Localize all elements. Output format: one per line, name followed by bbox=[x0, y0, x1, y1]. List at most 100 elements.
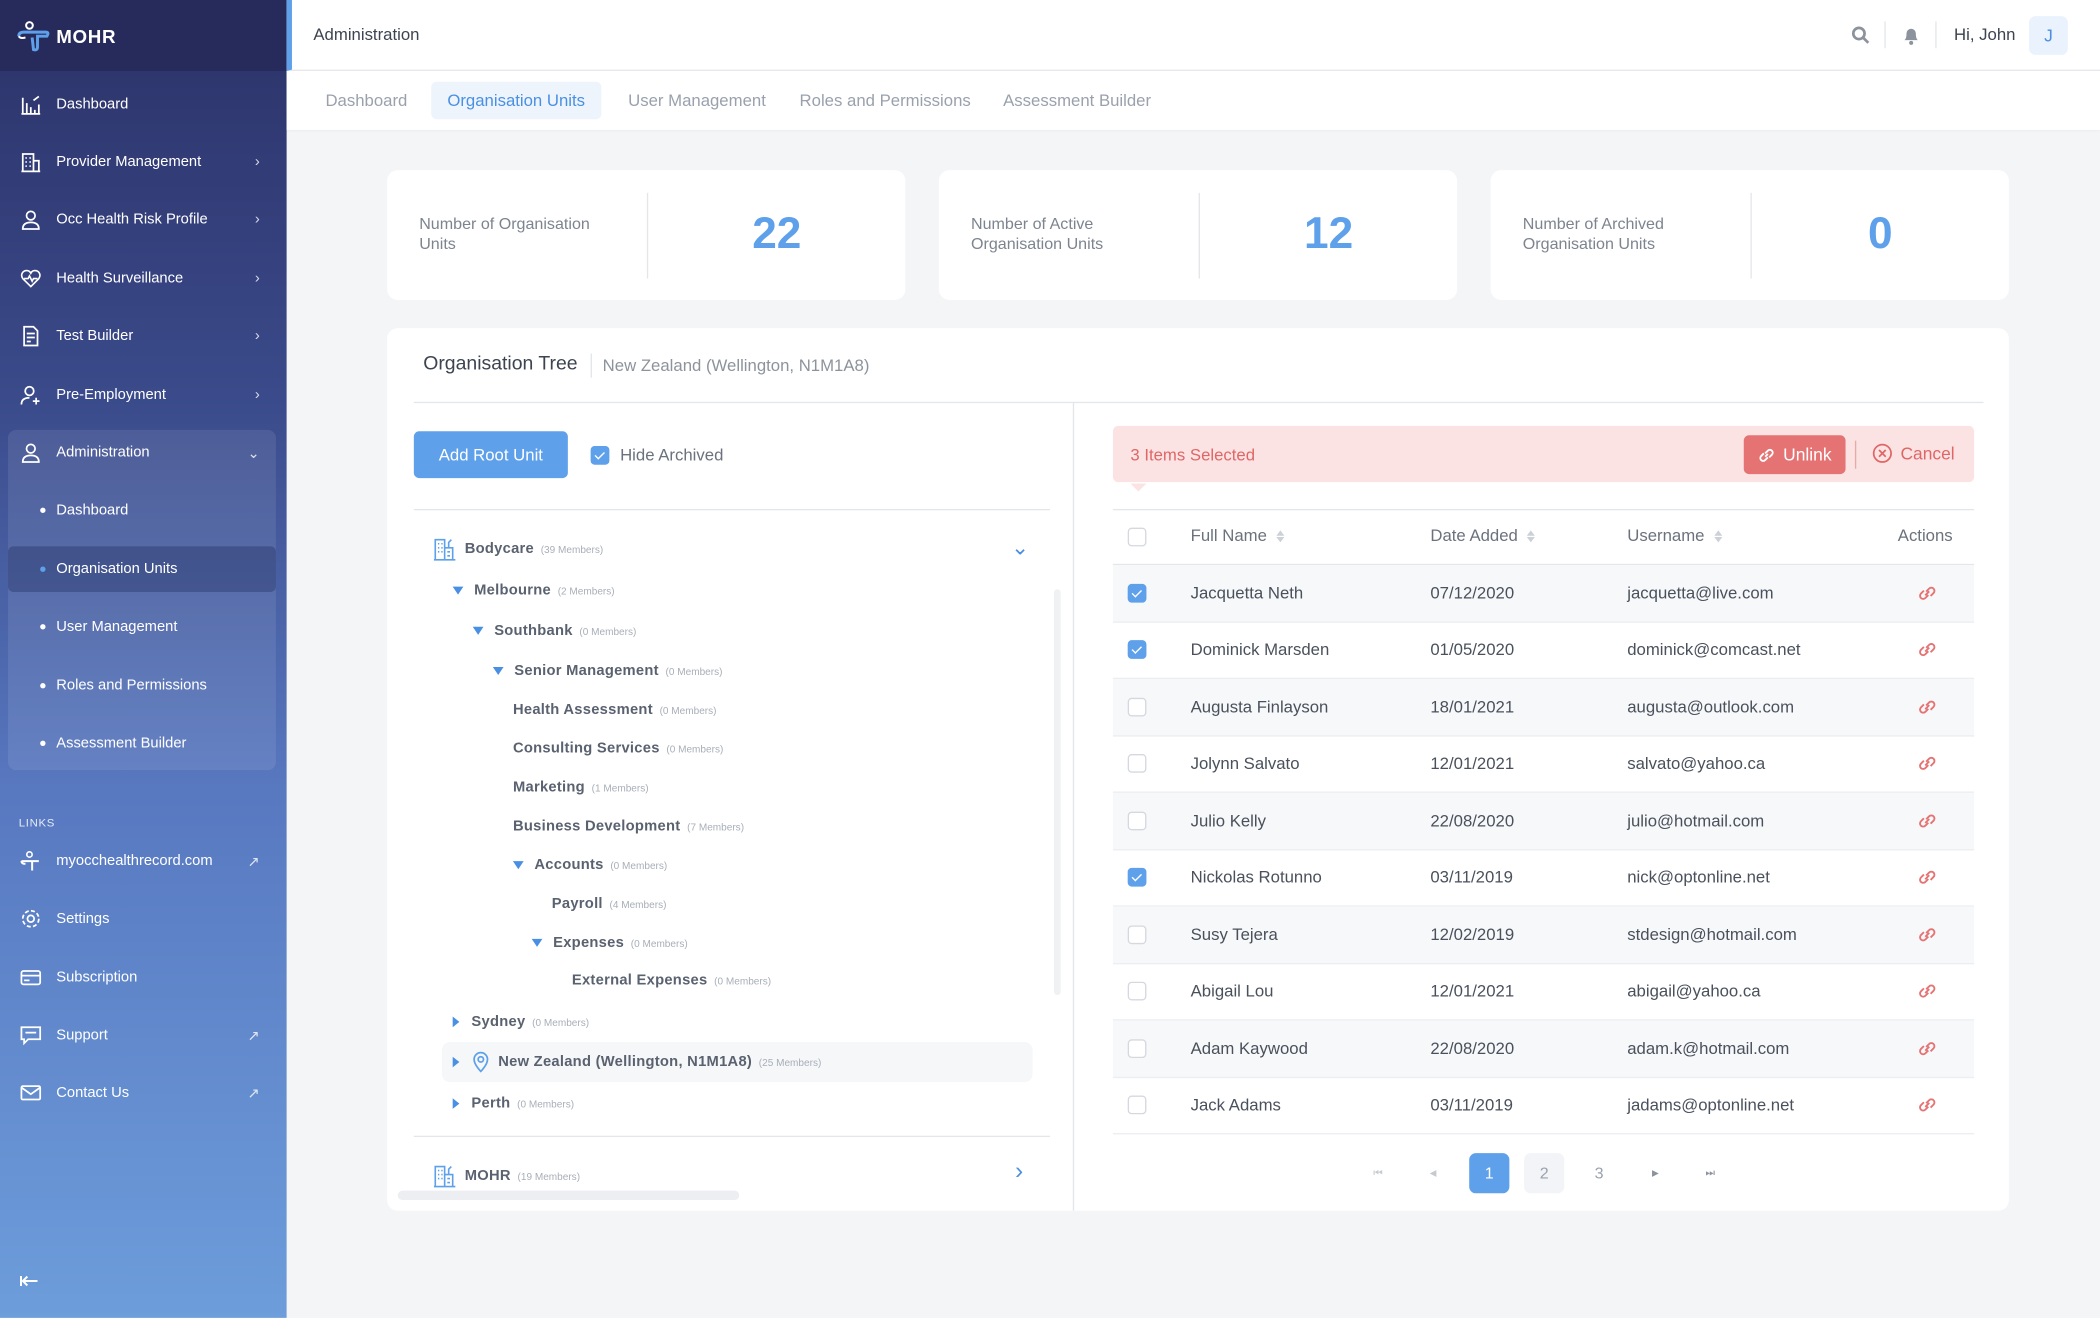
tab-organisation-units[interactable]: Organisation Units bbox=[431, 81, 602, 120]
sub-item-user-management[interactable]: User Management bbox=[8, 604, 276, 650]
bell-icon[interactable] bbox=[1902, 25, 1921, 45]
tree-vertical-scrollbar[interactable] bbox=[1054, 589, 1061, 996]
row-checkbox[interactable] bbox=[1127, 982, 1147, 1001]
avatar[interactable]: J bbox=[2029, 16, 2068, 55]
table-row[interactable]: Jolynn Salvato 12/01/2021 salvato@yahoo.ca bbox=[1112, 736, 1975, 793]
collapse-sidebar-icon[interactable]: ⇤ bbox=[19, 1267, 39, 1295]
unlink-button[interactable]: Unlink bbox=[1743, 435, 1846, 475]
search-icon[interactable] bbox=[1851, 25, 1870, 44]
tree-node[interactable]: Payroll (4 Members) bbox=[552, 891, 667, 918]
row-checkbox[interactable] bbox=[1127, 1038, 1147, 1058]
last-page-button[interactable]: ⏭ bbox=[1690, 1153, 1730, 1193]
tree-node[interactable]: New Zealand (Wellington, N1M1A8) (25 Memb… bbox=[452, 1049, 821, 1076]
logo[interactable]: MOHR bbox=[0, 0, 287, 71]
tree-node[interactable]: Marketing (1 Members) bbox=[513, 774, 649, 801]
previous-page-button[interactable]: ◂ bbox=[1413, 1153, 1453, 1193]
link-myocchealthrecord[interactable]: myocchealthrecord.com ↗ bbox=[19, 841, 273, 881]
sidebar-item-health-surveillance[interactable]: Health Surveillance › bbox=[19, 258, 273, 298]
sidebar-item-administration[interactable]: Administration ⌄ bbox=[19, 433, 273, 473]
tree-node[interactable]: Accounts (0 Members) bbox=[512, 852, 667, 879]
sidebar-item-test-builder[interactable]: Test Builder › bbox=[19, 316, 273, 356]
caret-down-icon[interactable] bbox=[452, 586, 464, 595]
sidebar-item-occ-health-risk-profile[interactable]: Occ Health Risk Profile › bbox=[19, 200, 273, 240]
table-row[interactable]: Augusta Finlayson 18/01/2021 augusta@outlo… bbox=[1112, 679, 1975, 736]
checkbox[interactable] bbox=[1127, 754, 1147, 774]
link-subscription[interactable]: Subscription bbox=[19, 958, 273, 998]
tree-node[interactable]: Sydney (0 Members) bbox=[452, 1008, 589, 1035]
chevron-down-icon[interactable]: ⌄ bbox=[1011, 534, 1029, 561]
unlink-action-icon[interactable] bbox=[1917, 867, 1938, 888]
row-checkbox[interactable] bbox=[1127, 697, 1147, 717]
checkbox[interactable] bbox=[1127, 527, 1147, 547]
row-checkbox[interactable] bbox=[1127, 1095, 1147, 1115]
caret-right-icon[interactable] bbox=[452, 1016, 460, 1028]
table-row[interactable]: Dominick Marsden 01/05/2020 dominick@comca… bbox=[1112, 622, 1975, 680]
row-checkbox[interactable] bbox=[1127, 811, 1147, 831]
tab-roles-and-permissions[interactable]: Roles and Permissions bbox=[783, 82, 986, 120]
checkbox[interactable] bbox=[1127, 925, 1147, 944]
unlink-action-icon[interactable] bbox=[1917, 1038, 1938, 1059]
tree-node[interactable]: Senior Management (0 Members) bbox=[492, 658, 722, 685]
table-row[interactable]: Adam Kaywood 22/08/2020 adam.k@hotmail.com bbox=[1112, 1020, 1975, 1078]
sub-item-roles-and-permissions[interactable]: Roles and Permissions bbox=[8, 663, 276, 709]
tree-node[interactable]: Bodycare (39 Members) bbox=[433, 536, 603, 563]
page-1-button[interactable]: 1 bbox=[1469, 1153, 1510, 1194]
tab-assessment-builder[interactable]: Assessment Builder bbox=[987, 82, 1167, 120]
checkbox[interactable] bbox=[590, 445, 610, 465]
unlink-action-icon[interactable] bbox=[1917, 753, 1938, 774]
row-checkbox[interactable] bbox=[1127, 868, 1147, 887]
add-root-unit-button[interactable]: Add Root Unit bbox=[413, 431, 568, 479]
column-header-full-name[interactable]: Full Name bbox=[1191, 526, 1285, 545]
table-row[interactable]: Jacquetta Neth 07/12/2020 jacquetta@live.c… bbox=[1112, 565, 1975, 623]
tree-node[interactable]: External Expenses (0 Members) bbox=[572, 967, 771, 994]
tree-node[interactable]: MOHR (19 Members) bbox=[433, 1163, 580, 1190]
sidebar-item-pre-employment[interactable]: Pre-Employment › bbox=[19, 375, 273, 415]
tree-node[interactable]: Business Development (7 Members) bbox=[513, 813, 744, 840]
checkbox[interactable] bbox=[1127, 640, 1147, 660]
caret-right-icon[interactable] bbox=[452, 1056, 460, 1068]
tree-node[interactable]: Southbank (0 Members) bbox=[472, 617, 636, 644]
unlink-action-icon[interactable] bbox=[1917, 1095, 1938, 1116]
cancel-button[interactable]: Cancel bbox=[1872, 443, 1955, 463]
table-row[interactable]: Abigail Lou 12/01/2021 abigail@yahoo.ca bbox=[1112, 964, 1975, 1021]
unlink-action-icon[interactable] bbox=[1917, 696, 1938, 717]
checkbox[interactable] bbox=[1127, 811, 1147, 831]
tab-dashboard[interactable]: Dashboard bbox=[309, 82, 423, 120]
page-3-button[interactable]: 3 bbox=[1579, 1153, 1619, 1193]
row-checkbox[interactable] bbox=[1127, 640, 1147, 660]
checkbox[interactable] bbox=[1127, 1038, 1147, 1058]
sub-item-assessment-builder[interactable]: Assessment Builder bbox=[8, 721, 276, 767]
checkbox[interactable] bbox=[1127, 583, 1147, 603]
select-all-checkbox[interactable] bbox=[1127, 527, 1147, 547]
unlink-action-icon[interactable] bbox=[1917, 582, 1938, 603]
unlink-action-icon[interactable] bbox=[1917, 639, 1938, 660]
sidebar-item-dashboard[interactable]: Dashboard bbox=[19, 84, 273, 124]
tree-node[interactable]: Melbourne (2 Members) bbox=[452, 577, 615, 604]
checkbox[interactable] bbox=[1127, 1095, 1147, 1115]
column-header-username[interactable]: Username bbox=[1627, 526, 1722, 545]
unlink-action-icon[interactable] bbox=[1917, 924, 1938, 945]
chevron-right-icon[interactable]: › bbox=[1015, 1157, 1023, 1185]
checkbox[interactable] bbox=[1127, 982, 1147, 1001]
table-row[interactable]: Susy Tejera 12/02/2019 stdesign@hotmail.co… bbox=[1112, 906, 1975, 964]
link-support[interactable]: Support ↗ bbox=[19, 1015, 273, 1055]
caret-down-icon[interactable] bbox=[472, 626, 484, 635]
row-checkbox[interactable] bbox=[1127, 754, 1147, 774]
tree-horizontal-scrollbar[interactable] bbox=[397, 1190, 740, 1201]
caret-down-icon[interactable] bbox=[512, 861, 524, 870]
first-page-button[interactable]: ⏮ bbox=[1358, 1153, 1398, 1193]
tree-node[interactable]: Consulting Services (0 Members) bbox=[513, 735, 723, 762]
table-row[interactable]: Jack Adams 03/11/2019 jadams@optonline.net bbox=[1112, 1077, 1975, 1135]
caret-down-icon[interactable] bbox=[531, 938, 543, 947]
next-page-button[interactable]: ▸ bbox=[1635, 1153, 1675, 1193]
column-header-date-added[interactable]: Date Added bbox=[1430, 526, 1536, 545]
table-row[interactable]: Julio Kelly 22/08/2020 julio@hotmail.com bbox=[1112, 792, 1975, 850]
tree-node[interactable]: Health Assessment (0 Members) bbox=[513, 696, 717, 723]
link-contact-us[interactable]: Contact Us ↗ bbox=[19, 1073, 273, 1113]
sub-item-organisation-units[interactable]: Organisation Units bbox=[8, 546, 276, 592]
row-checkbox[interactable] bbox=[1127, 583, 1147, 603]
unlink-action-icon[interactable] bbox=[1917, 981, 1938, 1002]
caret-down-icon[interactable] bbox=[492, 666, 504, 676]
row-checkbox[interactable] bbox=[1127, 925, 1147, 944]
sidebar-item-provider-management[interactable]: Provider Management › bbox=[19, 142, 273, 182]
